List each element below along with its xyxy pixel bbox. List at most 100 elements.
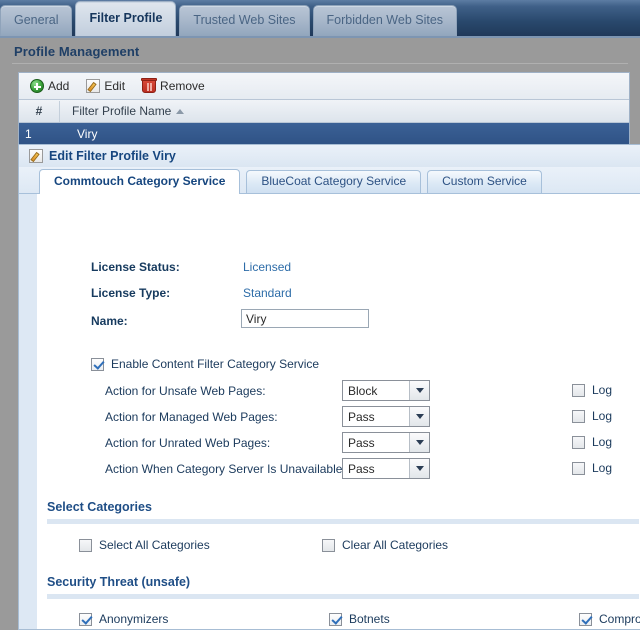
- remove-button-label: Remove: [160, 79, 205, 93]
- action-select-wrapper: Block: [342, 380, 430, 401]
- table-row[interactable]: 1 Viry: [19, 123, 629, 146]
- trash-icon: [141, 78, 158, 93]
- action-select-button[interactable]: [409, 459, 429, 478]
- select-all-categories-label: Select All Categories: [99, 538, 210, 552]
- action-select-wrapper: Pass: [342, 458, 430, 479]
- threat-category-item: Botnets: [329, 612, 579, 626]
- chevron-down-icon: [415, 466, 424, 471]
- top-tab-bar: General Filter Profile Trusted Web Sites Fo…: [0, 0, 640, 38]
- action-label: Action When Category Server Is Unavailab…: [105, 462, 346, 476]
- top-tab-label: Filter Profile: [89, 11, 163, 25]
- license-status-value: Licensed: [243, 260, 292, 274]
- action-select-button[interactable]: [409, 407, 429, 426]
- edit-button[interactable]: Edit: [81, 76, 133, 96]
- threat-category-checkbox[interactable]: [329, 612, 342, 626]
- chevron-down-icon: [415, 388, 424, 393]
- action-select[interactable]: Block: [342, 380, 430, 401]
- page-title: Profile Management: [14, 44, 140, 59]
- log-option: Log: [572, 383, 612, 397]
- log-label: Log: [592, 409, 613, 423]
- dialog-title: Edit Filter Profile Viry: [49, 149, 176, 163]
- log-checkbox[interactable]: [572, 461, 585, 475]
- threat-category-label: Botnets: [349, 612, 390, 626]
- top-tab-label: General: [14, 13, 59, 27]
- clear-all-categories-label: Clear All Categories: [342, 538, 449, 552]
- dialog-tab-commtouch-category-service[interactable]: Commtouch Category Service: [39, 169, 241, 194]
- dialog-header: Edit Filter Profile Viry: [19, 145, 640, 167]
- app-root: General Filter Profile Trusted Web Sites Fo…: [0, 0, 640, 630]
- log-checkbox[interactable]: [572, 409, 585, 423]
- select-categories-title: Select Categories: [47, 500, 152, 514]
- threat-category-item: Anonymizers: [79, 612, 329, 626]
- top-tab-trusted-web-sites[interactable]: Trusted Web Sites: [179, 5, 310, 36]
- threat-category-item: Compromised: [579, 612, 640, 626]
- log-label: Log: [592, 435, 613, 449]
- section-divider: [47, 519, 639, 524]
- threat-category-label: Anonymizers: [99, 612, 169, 626]
- row-index: 1: [25, 127, 32, 141]
- action-select-value: Pass: [348, 409, 375, 424]
- top-tab-forbidden-web-sites[interactable]: Forbidden Web Sites: [312, 5, 458, 36]
- edit-pencil-icon: [86, 79, 101, 93]
- grid-body: 1 Viry: [19, 123, 629, 146]
- section-divider: [47, 594, 639, 599]
- select-all-categories-checkbox[interactable]: [79, 538, 92, 552]
- dialog-tab-label: BlueCoat Category Service: [261, 174, 407, 188]
- select-categories-section: Select Categories: [47, 500, 639, 524]
- sort-ascending-icon: [176, 108, 185, 114]
- action-select-button[interactable]: [409, 433, 429, 452]
- log-checkbox[interactable]: [572, 435, 585, 449]
- top-tab-general[interactable]: General: [0, 5, 73, 36]
- license-status-label: License Status:: [91, 260, 180, 274]
- license-type-label: License Type:: [91, 286, 171, 300]
- dialog-tab-bluecoat-category-service[interactable]: BlueCoat Category Service: [246, 170, 422, 193]
- column-header-index[interactable]: #: [19, 100, 60, 122]
- action-select-value: Pass: [348, 461, 375, 476]
- name-input[interactable]: [241, 309, 369, 328]
- action-select[interactable]: Pass: [342, 458, 430, 479]
- chevron-down-icon: [415, 440, 424, 445]
- top-tab-label: Forbidden Web Sites: [326, 13, 444, 27]
- security-threat-section: Security Threat (unsafe): [47, 575, 639, 599]
- add-icon: [30, 79, 44, 93]
- name-label: Name:: [91, 314, 128, 328]
- column-header-profile-name-label: Filter Profile Name: [72, 104, 172, 118]
- dialog-body: License Status: Licensed License Type: S…: [19, 194, 640, 629]
- remove-button[interactable]: Remove: [137, 76, 213, 96]
- log-label: Log: [592, 461, 613, 475]
- action-label: Action for Managed Web Pages:: [105, 410, 278, 424]
- log-option: Log: [572, 409, 612, 423]
- grid-header-row: # Filter Profile Name: [19, 100, 629, 123]
- add-button[interactable]: Add: [25, 76, 77, 96]
- title-divider: [12, 63, 628, 64]
- clear-all-categories-checkbox[interactable]: [322, 538, 335, 552]
- security-threat-title: Security Threat (unsafe): [47, 575, 191, 589]
- chevron-down-icon: [415, 414, 424, 419]
- row-profile-name: Viry: [77, 127, 98, 141]
- threat-category-checkbox[interactable]: [579, 612, 592, 626]
- log-checkbox[interactable]: [572, 383, 585, 397]
- column-header-profile-name[interactable]: Filter Profile Name: [60, 104, 185, 118]
- action-select[interactable]: Pass: [342, 432, 430, 453]
- edit-button-label: Edit: [104, 79, 126, 93]
- action-select[interactable]: Pass: [342, 406, 430, 427]
- license-type-value: Standard: [243, 286, 292, 300]
- dialog-tab-list: Commtouch Category Service BlueCoat Categ…: [19, 167, 640, 194]
- edit-pencil-icon: [29, 149, 43, 163]
- log-option: Log: [572, 461, 612, 475]
- top-tab-filter-profile[interactable]: Filter Profile: [75, 1, 177, 36]
- enable-content-filter-checkbox[interactable]: [91, 357, 104, 371]
- add-button-label: Add: [48, 79, 70, 93]
- action-label: Action for Unrated Web Pages:: [105, 436, 271, 450]
- top-tab-list: General Filter Profile Trusted Web Sites Fo…: [0, 0, 460, 36]
- grid-toolbar: Add Edit Remove: [19, 73, 629, 100]
- edit-filter-profile-dialog: Edit Filter Profile Viry Commtouch Categ…: [18, 144, 640, 630]
- threat-category-checkbox[interactable]: [79, 612, 92, 626]
- action-select-value: Pass: [348, 435, 375, 450]
- action-select-button[interactable]: [409, 381, 429, 400]
- dialog-tab-custom-service[interactable]: Custom Service: [427, 170, 542, 193]
- dialog-tab-label: Custom Service: [442, 174, 527, 188]
- action-select-wrapper: Pass: [342, 406, 430, 427]
- action-select-value: Block: [348, 383, 378, 398]
- enable-content-filter-label: Enable Content Filter Category Service: [111, 357, 320, 371]
